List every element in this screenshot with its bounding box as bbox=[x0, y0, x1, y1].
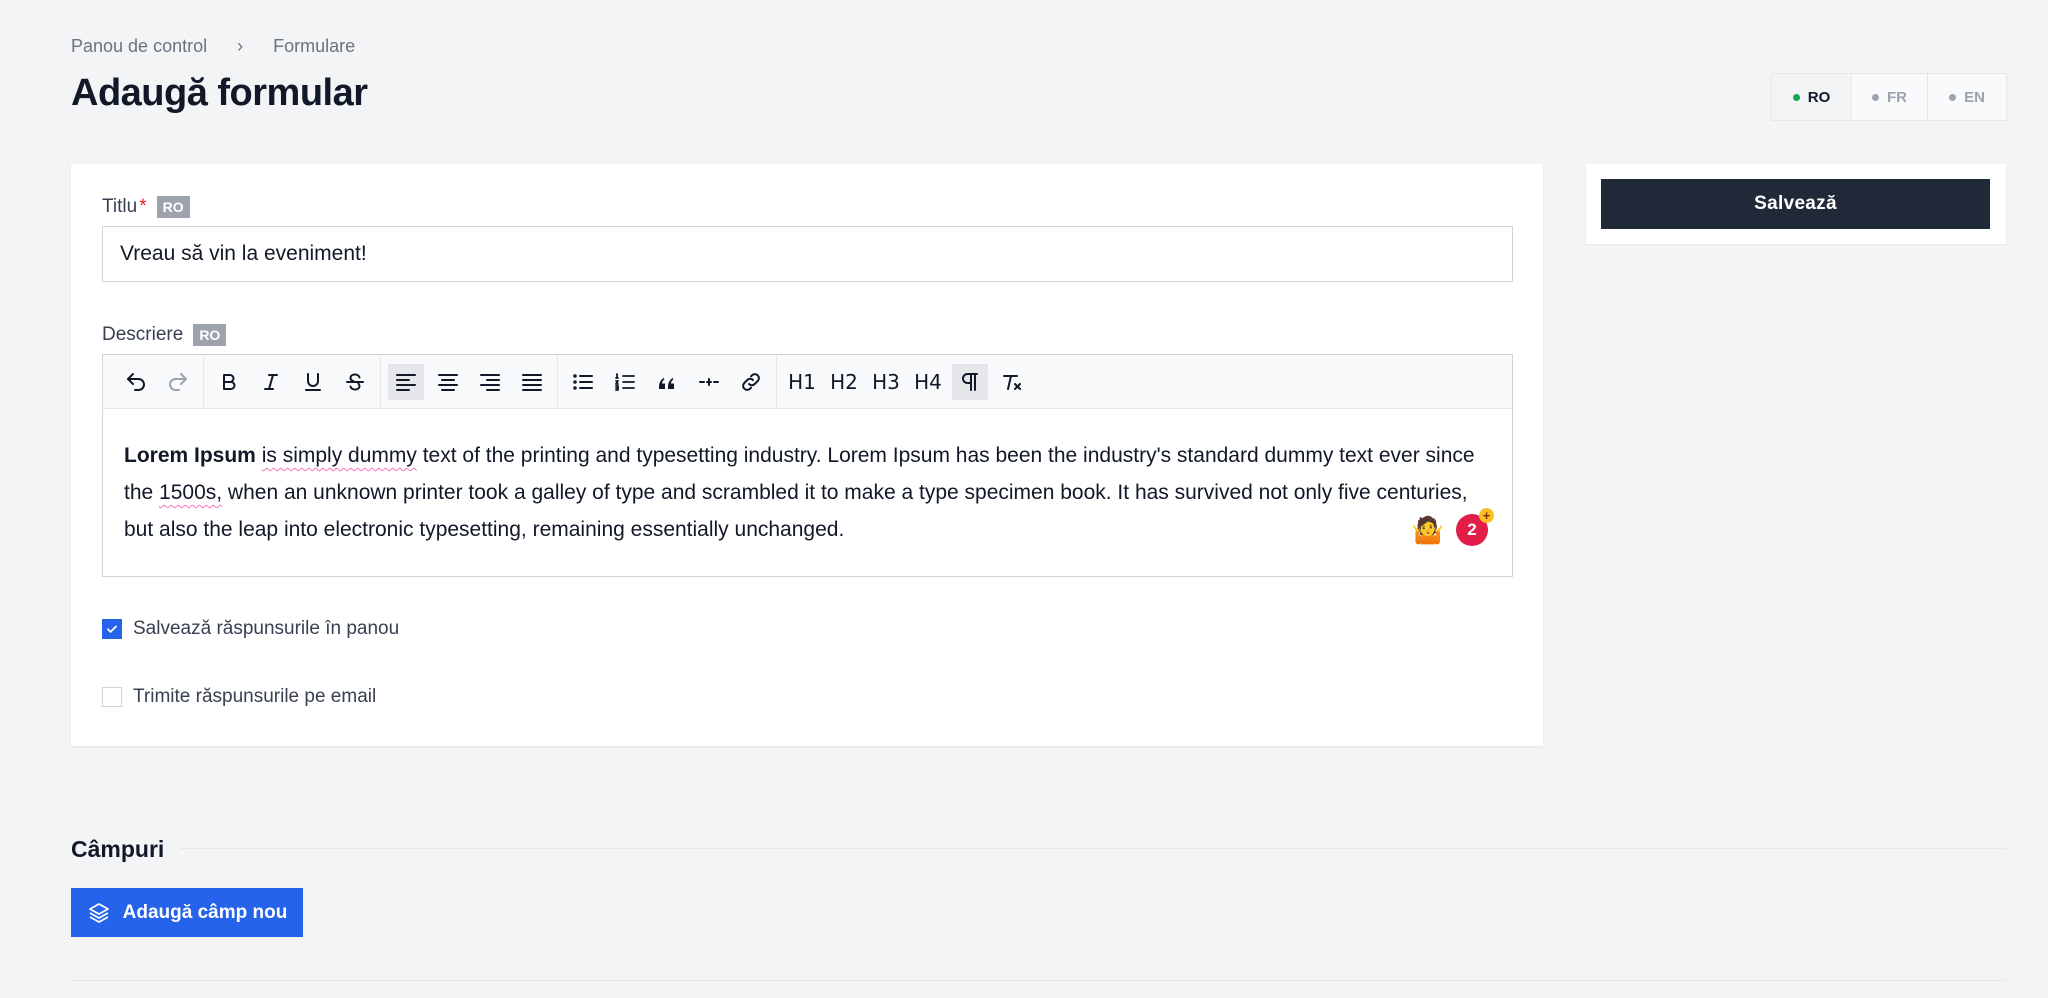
heading-4-icon[interactable]: H4 bbox=[910, 364, 946, 400]
toolbar-group-align bbox=[381, 355, 558, 408]
fields-section-title: Câmpuri bbox=[71, 836, 165, 862]
breadcrumb: Panou de control › Formulare bbox=[71, 36, 355, 57]
form-card: Titlu * RO Descriere RO bbox=[71, 164, 1543, 746]
lang-status-dot bbox=[1872, 93, 1879, 101]
clear-format-icon[interactable] bbox=[994, 364, 1030, 400]
add-field-button[interactable]: Adaugă câmp nou bbox=[71, 888, 303, 937]
checkmark-icon bbox=[107, 625, 117, 633]
link-icon[interactable] bbox=[733, 364, 769, 400]
underline-icon[interactable] bbox=[295, 364, 331, 400]
rich-text-editor: H1 H2 H3 H4 Lorem Ipsum is simply dummy … bbox=[102, 354, 1513, 577]
align-center-icon[interactable] bbox=[430, 364, 466, 400]
lang-badge: RO bbox=[193, 324, 227, 346]
section-divider bbox=[180, 848, 2006, 849]
required-mark: * bbox=[139, 196, 147, 217]
align-justify-icon[interactable] bbox=[514, 364, 550, 400]
breadcrumb-link-dashboard[interactable]: Panou de control bbox=[71, 36, 207, 57]
toolbar-group-history bbox=[111, 355, 204, 408]
heading-1-icon[interactable]: H1 bbox=[784, 364, 820, 400]
breadcrumb-link-forms[interactable]: Formulare bbox=[273, 36, 355, 57]
title-field-label: Titlu * RO bbox=[102, 196, 190, 218]
lang-button-ro[interactable]: RO bbox=[1772, 74, 1852, 120]
lang-label: FR bbox=[1887, 88, 1907, 106]
save-button[interactable]: Salvează bbox=[1601, 179, 1990, 229]
plus-icon: + bbox=[1479, 508, 1494, 523]
editor-extension-icons: 🤷 2 + bbox=[1412, 508, 1494, 546]
lang-button-en[interactable]: EN bbox=[1928, 74, 2006, 120]
bullet-list-icon[interactable] bbox=[565, 364, 601, 400]
grammar-count: 2 bbox=[1467, 520, 1477, 539]
layers-icon bbox=[88, 902, 109, 923]
editor-toolbar: H1 H2 H3 H4 bbox=[103, 355, 1512, 409]
heading-4-label: H4 bbox=[914, 369, 942, 394]
toolbar-group-headings: H1 H2 H3 H4 bbox=[777, 355, 1037, 408]
heading-2-icon[interactable]: H2 bbox=[826, 364, 862, 400]
spellcheck-word: 1500s, bbox=[159, 481, 223, 504]
description-field-label: Descriere RO bbox=[102, 324, 227, 346]
page-title: Adaugă formular bbox=[71, 72, 368, 114]
bold-text: Lorem Ipsum bbox=[124, 444, 256, 467]
title-input[interactable] bbox=[102, 226, 1513, 282]
heading-3-icon[interactable]: H3 bbox=[868, 364, 904, 400]
save-responses-label: Salvează răspunsurile în panou bbox=[133, 618, 400, 639]
toolbar-group-format bbox=[204, 355, 381, 408]
grammar-count-badge[interactable]: 2 + bbox=[1456, 508, 1494, 546]
redo-icon[interactable] bbox=[160, 364, 196, 400]
bold-icon[interactable] bbox=[211, 364, 247, 400]
italic-icon[interactable] bbox=[253, 364, 289, 400]
heading-2-label: H2 bbox=[830, 369, 858, 394]
email-responses-checkbox[interactable] bbox=[102, 687, 122, 707]
undo-icon[interactable] bbox=[118, 364, 154, 400]
actions-card: Salvează bbox=[1586, 164, 2006, 244]
lang-badge: RO bbox=[156, 196, 190, 218]
editor-content[interactable]: Lorem Ipsum is simply dummy text of the … bbox=[103, 409, 1512, 576]
email-responses-label: Trimite răspunsurile pe email bbox=[133, 686, 377, 707]
bottom-divider bbox=[71, 980, 2006, 981]
paragraph-icon[interactable] bbox=[952, 363, 988, 400]
lang-status-dot bbox=[1792, 93, 1800, 101]
horizontal-rule-icon[interactable] bbox=[691, 364, 727, 400]
email-responses-option[interactable]: Trimite răspunsurile pe email bbox=[102, 686, 376, 708]
spellcheck-word: is simply dummy bbox=[261, 444, 417, 467]
title-label-text: Titlu bbox=[102, 196, 138, 217]
heading-1-label: H1 bbox=[788, 369, 816, 394]
lang-status-dot bbox=[1949, 93, 1957, 101]
language-switcher: RO FR EN bbox=[1771, 73, 2007, 121]
description-label-text: Descriere bbox=[102, 324, 184, 345]
blockquote-icon[interactable] bbox=[649, 364, 685, 400]
description-text: when an unknown printer took a galley of… bbox=[124, 481, 1468, 541]
align-right-icon[interactable] bbox=[472, 364, 508, 400]
save-responses-checkbox[interactable] bbox=[102, 619, 122, 639]
ordered-list-icon[interactable] bbox=[607, 364, 643, 400]
add-field-label: Adaugă câmp nou bbox=[122, 901, 288, 923]
lang-label: RO bbox=[1807, 88, 1831, 106]
toolbar-group-blocks bbox=[558, 355, 777, 408]
lang-label: EN bbox=[1964, 88, 1985, 106]
heading-3-label: H3 bbox=[872, 369, 900, 394]
strikethrough-icon[interactable] bbox=[337, 364, 373, 400]
breadcrumb-separator: › bbox=[237, 36, 244, 56]
lang-button-fr[interactable]: FR bbox=[1852, 74, 1928, 120]
align-left-icon[interactable] bbox=[388, 363, 424, 400]
save-responses-option[interactable]: Salvează răspunsurile în panou bbox=[102, 618, 399, 640]
shrug-emoji-icon[interactable]: 🤷 bbox=[1412, 517, 1444, 543]
